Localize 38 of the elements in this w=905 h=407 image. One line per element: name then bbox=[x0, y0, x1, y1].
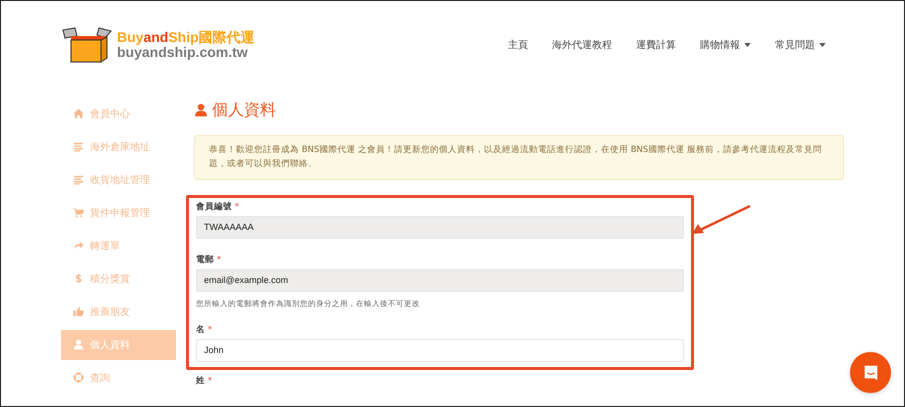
caret-icon bbox=[819, 43, 826, 47]
page-title: 個人資料 bbox=[212, 100, 276, 120]
chat-button[interactable] bbox=[850, 352, 891, 393]
sidebar-item[interactable]: 查詢 bbox=[61, 361, 176, 394]
field-label: 電郵 * bbox=[196, 254, 222, 267]
field-label: 姓 * bbox=[196, 374, 213, 388]
chat-icon bbox=[862, 364, 880, 382]
sidebar-item[interactable]: 海外倉庫地址 bbox=[61, 130, 176, 163]
sidebar-item[interactable]: 個人資料 bbox=[61, 330, 176, 360]
sidebar-item[interactable]: 轉運單 bbox=[61, 229, 176, 262]
field-label: 名 * bbox=[196, 324, 213, 337]
user-icon bbox=[73, 339, 84, 350]
input-field[interactable]: John bbox=[196, 338, 684, 362]
user-icon bbox=[194, 103, 208, 117]
list-icon bbox=[73, 174, 84, 185]
sidebar-item[interactable]: 會員中心 bbox=[61, 97, 176, 130]
box-icon bbox=[61, 26, 113, 64]
house-icon bbox=[73, 108, 84, 119]
brand-domain: buyandship.com.tw bbox=[117, 45, 249, 60]
sidebar-item[interactable]: 推薦朋友 bbox=[61, 295, 176, 328]
thumbs-up-icon bbox=[73, 306, 84, 317]
arrow-icon bbox=[73, 240, 84, 251]
list-icon bbox=[73, 141, 84, 152]
nav-link[interactable]: 運費計算 bbox=[636, 38, 676, 52]
field-label: 會員編號 * bbox=[196, 200, 240, 214]
sidebar-item[interactable]: 收貨地址管理 bbox=[61, 163, 176, 196]
caret-icon bbox=[744, 43, 751, 47]
sidebar-item[interactable]: 積分獎賞 bbox=[61, 262, 176, 295]
welcome-alert: 恭喜！歡迎您註冊成為 BNS國際代運 之會員！請更新您的個人資料，以及經過流動電話進行認證，在使用 BNS國際代運 服務前，請參考代運流程及常見問題，或者可以與我們聯絡。 bbox=[194, 135, 844, 180]
nav-link[interactable]: 購物情報 bbox=[700, 38, 751, 52]
dollar-icon bbox=[73, 273, 84, 284]
brand-name: BuyandShip國際代運 bbox=[117, 30, 255, 45]
lifebuoy-icon bbox=[73, 372, 84, 383]
nav-link[interactable]: 主頁 bbox=[508, 38, 528, 52]
nav-link[interactable]: 海外代運教程 bbox=[552, 38, 612, 52]
sidebar-item[interactable]: 貨件申報管理 bbox=[61, 196, 176, 229]
cart-icon bbox=[73, 207, 84, 218]
nav-link[interactable]: 常見問題 bbox=[775, 38, 826, 52]
